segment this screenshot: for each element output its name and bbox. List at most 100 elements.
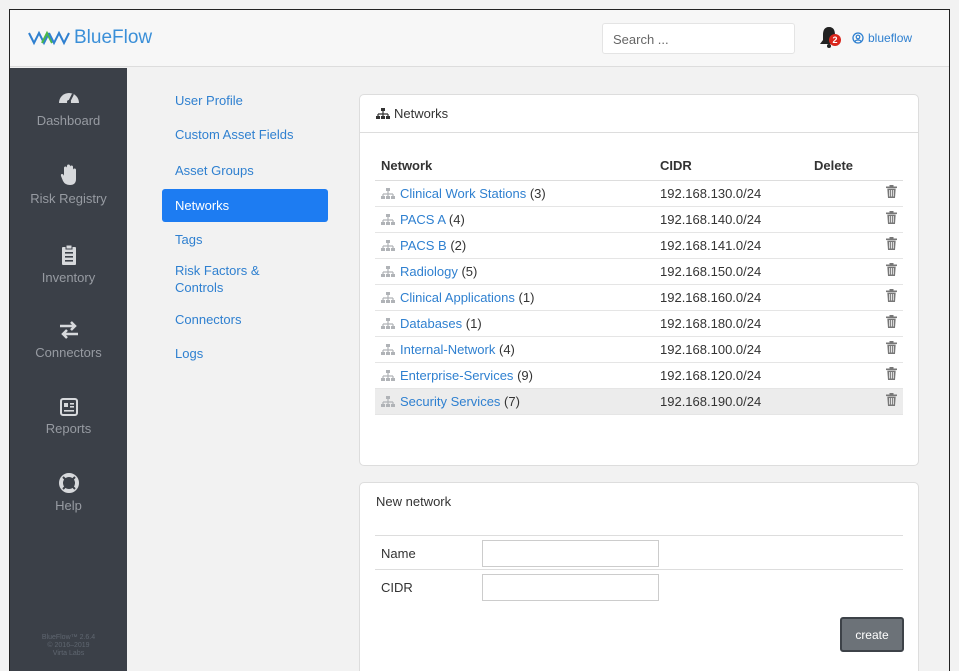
cidr-cell: 192.168.150.0/24 (654, 258, 814, 285)
cidr-form-row: CIDR (375, 569, 903, 603)
network-link[interactable]: Enterprise-Services (400, 368, 513, 383)
network-asset-count: (5) (461, 263, 478, 279)
network-asset-count: (4) (499, 341, 515, 357)
table-row: Security Services (7) 192.168.190.0/24 (375, 388, 903, 415)
user-circle-icon (852, 32, 864, 44)
menu-item-risk-factors-controls[interactable]: Risk Factors & Controls (162, 254, 292, 308)
sidebar-item-risk-registry[interactable]: Risk Registry (10, 164, 127, 206)
network-link[interactable]: PACS A (400, 212, 445, 227)
network-asset-count: (4) (448, 211, 465, 227)
user-menu[interactable]: blueflow (852, 31, 912, 45)
network-link[interactable]: Security Services (400, 394, 500, 409)
cidr-field[interactable] (482, 574, 659, 601)
username: blueflow (868, 31, 913, 45)
network-cell: PACS B (2) (375, 232, 654, 259)
trash-icon[interactable] (886, 393, 897, 406)
app-logo[interactable]: BlueFlow (28, 27, 152, 49)
app-window: BlueFlow Search ... 2 blueflow Dashboard (9, 9, 950, 671)
delete-cell (814, 206, 903, 233)
delete-cell (814, 258, 903, 285)
menu-item-tags[interactable]: Tags (162, 222, 328, 254)
table-row: PACS A (4) 192.168.140.0/24 (375, 206, 903, 233)
version-footer: BlueFlow™ 2.6.4 © 2016–2019 Virta Labs (41, 634, 96, 657)
settings-menu: User Profile Custom Asset Fields Asset G… (162, 93, 328, 373)
network-link[interactable]: Clinical Applications (400, 290, 515, 305)
menu-item-user-profile[interactable]: User Profile (162, 93, 328, 127)
name-field[interactable] (482, 540, 659, 567)
search-input[interactable]: Search ... (602, 23, 795, 54)
new-network-panel-header: New network (360, 483, 918, 520)
table-header-row: Network CIDR Delete (375, 152, 903, 181)
sidebar-item-dashboard[interactable]: Dashboard (10, 88, 127, 128)
networks-panel-title: Networks (394, 106, 449, 121)
network-link[interactable]: Internal-Network (400, 342, 495, 357)
trash-icon[interactable] (886, 315, 897, 328)
network-cell: Internal-Network (4) (375, 336, 654, 363)
create-button[interactable]: create (840, 617, 904, 652)
sitemap-icon (381, 239, 395, 251)
delete-cell (814, 336, 903, 363)
menu-item-networks[interactable]: Networks (162, 189, 328, 222)
delete-cell (814, 180, 903, 207)
network-link[interactable]: PACS B (400, 238, 447, 253)
network-link[interactable]: Databases (400, 316, 462, 331)
trash-icon[interactable] (886, 211, 897, 224)
table-row: Clinical Work Stations (3) 192.168.130.0/… (375, 180, 903, 207)
network-cell: Enterprise-Services (9) (375, 362, 654, 389)
sidebar-item-reports[interactable]: Reports (10, 398, 127, 436)
menu-item-custom-asset-fields[interactable]: Custom Asset Fields (162, 127, 328, 160)
networks-panel-header: Networks (360, 95, 918, 133)
delete-cell (814, 232, 903, 259)
sidebar: Dashboard Risk Registry Inventory Connec… (10, 68, 127, 671)
table-row: PACS B (2) 192.168.141.0/24 (375, 232, 903, 259)
sitemap-icon (381, 369, 395, 381)
network-link[interactable]: Radiology (400, 264, 458, 279)
table-row: Clinical Applications (1) 192.168.160.0/2… (375, 284, 903, 311)
delete-cell (814, 284, 903, 311)
network-asset-count: (7) (504, 393, 520, 409)
cidr-cell: 192.168.180.0/24 (654, 310, 814, 337)
table-row: Radiology (5) 192.168.150.0/24 (375, 258, 903, 285)
trash-icon[interactable] (886, 289, 897, 302)
networks-panel: Networks Network CIDR Delete Clinical Wo… (359, 94, 919, 466)
trash-icon[interactable] (886, 341, 897, 354)
name-form-row: Name (375, 535, 903, 569)
lifebuoy-icon (58, 473, 79, 493)
notification-badge: 2 (829, 34, 841, 46)
menu-item-connectors[interactable]: Connectors (162, 308, 328, 343)
menu-item-logs[interactable]: Logs (162, 343, 328, 373)
sitemap-icon (381, 265, 395, 277)
column-header-cidr: CIDR (654, 152, 814, 181)
trash-icon[interactable] (886, 263, 897, 276)
trash-icon[interactable] (886, 367, 897, 380)
network-cell: Radiology (5) (375, 258, 654, 285)
column-header-delete: Delete (814, 152, 903, 181)
sidebar-item-connectors[interactable]: Connectors (10, 320, 127, 360)
menu-item-asset-groups[interactable]: Asset Groups (162, 160, 328, 189)
sidebar-item-inventory[interactable]: Inventory (10, 245, 127, 285)
column-header-network: Network (375, 152, 654, 181)
sitemap-icon (381, 317, 395, 329)
arrows-exchange-icon (59, 321, 78, 339)
table-row: Enterprise-Services (9) 192.168.120.0/24 (375, 362, 903, 389)
sitemap-icon (381, 395, 395, 407)
cidr-cell: 192.168.190.0/24 (654, 388, 814, 415)
sidebar-item-help[interactable]: Help (10, 473, 127, 513)
delete-cell (814, 310, 903, 337)
trash-icon[interactable] (886, 237, 897, 250)
table-row: Databases (1) 192.168.180.0/24 (375, 310, 903, 337)
network-link[interactable]: Clinical Work Stations (400, 186, 526, 201)
delete-cell (814, 388, 903, 415)
pulse-logo-icon (28, 30, 70, 46)
network-asset-count: (3) (529, 185, 546, 201)
report-card-icon (59, 398, 78, 416)
name-label: Name (381, 546, 416, 561)
sitemap-icon (381, 187, 395, 199)
top-bar: BlueFlow Search ... 2 blueflow (10, 10, 949, 67)
trash-icon[interactable] (886, 185, 897, 198)
network-asset-count: (9) (517, 367, 533, 383)
cidr-cell: 192.168.141.0/24 (654, 232, 814, 259)
dashboard-gauge-icon (58, 93, 79, 104)
sitemap-icon (381, 213, 395, 225)
network-cell: Databases (1) (375, 310, 654, 337)
